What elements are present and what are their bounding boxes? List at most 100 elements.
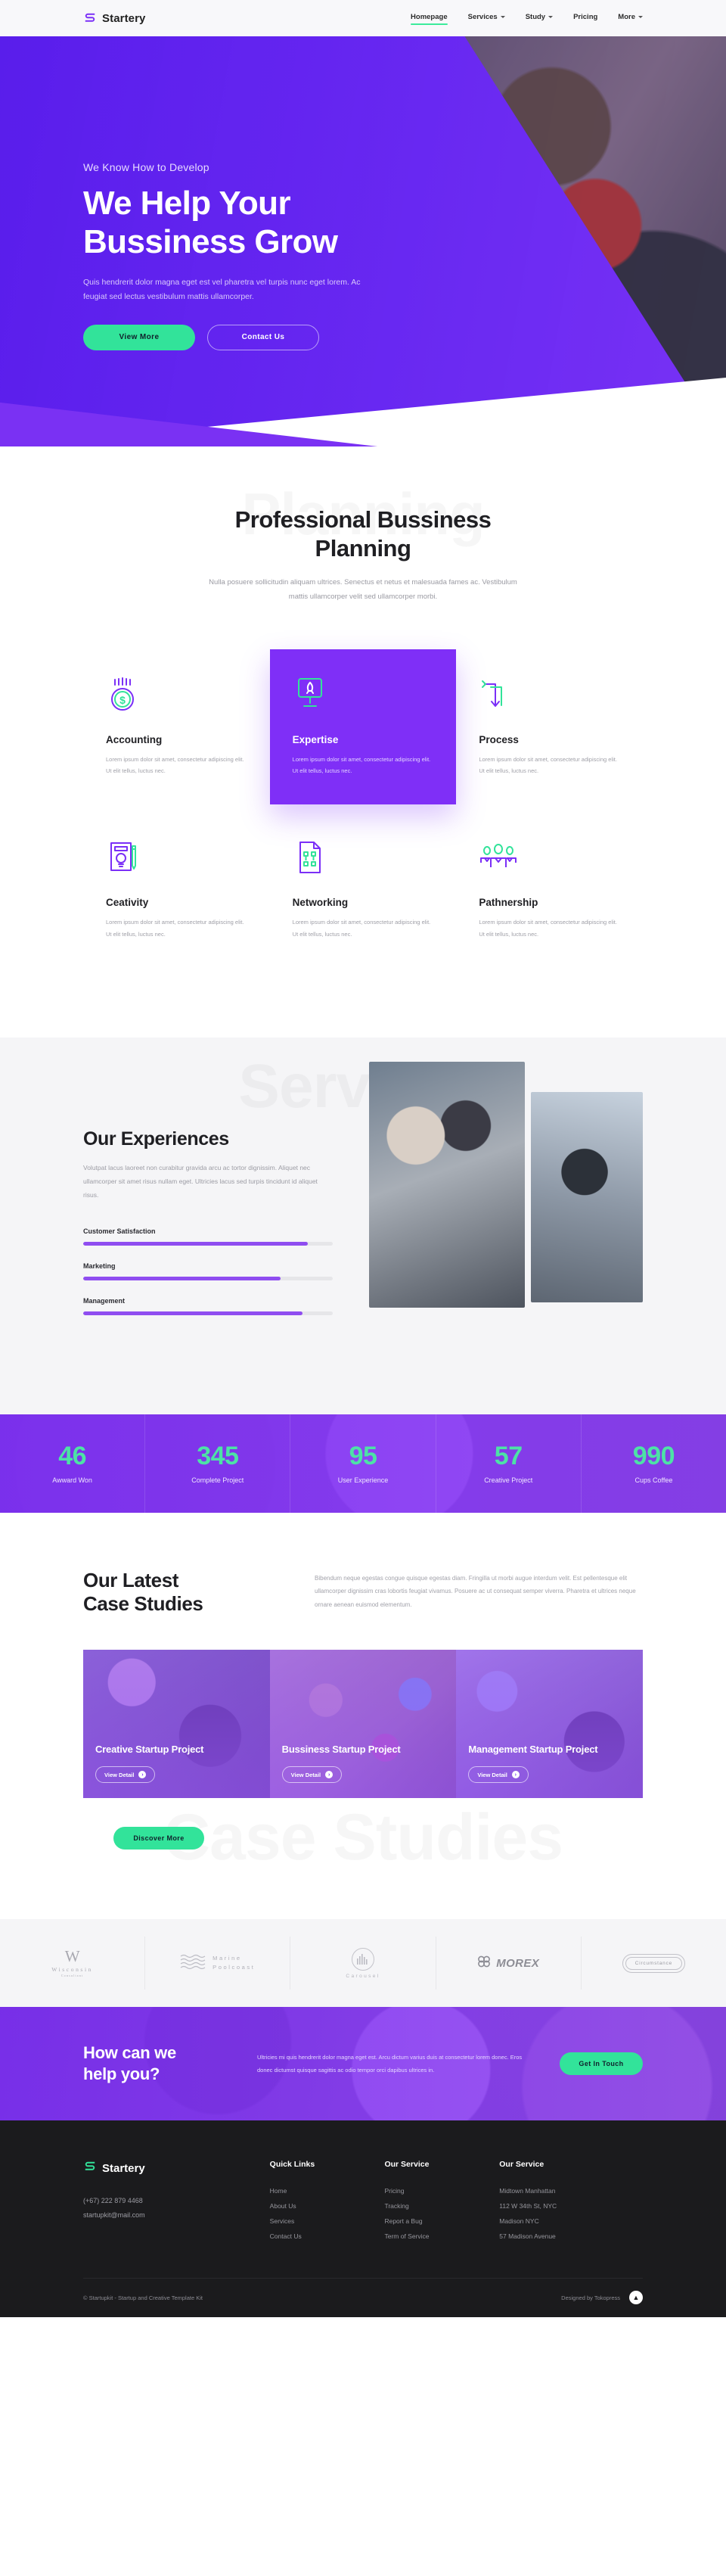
footer-bottom-right: Designed by Tokopress ▲	[561, 2291, 643, 2305]
view-detail-button[interactable]: View Detail ›	[95, 1766, 156, 1784]
footer-link-report-a-bug[interactable]: Report a Bug	[384, 2214, 499, 2229]
marine-line-1: Marine	[213, 1955, 242, 1962]
footer-link-pricing[interactable]: Pricing	[384, 2184, 499, 2199]
service-card-ceativity[interactable]: Ceativity Lorem ipsum dolor sit amet, co…	[83, 812, 270, 968]
counter-label: User Experience	[337, 1476, 389, 1484]
case-studies-title: Our Latest Case Studies	[83, 1569, 272, 1616]
service-card-process[interactable]: Process Lorem ipsum dolor sit amet, cons…	[456, 649, 643, 805]
client-logo-circumstance[interactable]: Circumstance	[580, 1937, 726, 1990]
cta-paragraph: Ultricies mi quis hendrerit dolor magna …	[257, 2053, 523, 2074]
case-card-bussiness-startup-project[interactable]: Bussiness Startup Project View Detail ›	[269, 1650, 457, 1799]
footer-column-quick-links: Quick Links Home About Us Services Conta…	[270, 2160, 385, 2245]
discover-more-wrapper: Discover More	[113, 1827, 726, 1850]
footer-link-contact-us[interactable]: Contact Us	[270, 2229, 385, 2245]
counter-user-experience: 95 User Experience	[290, 1414, 435, 1513]
footer-designed-by: Designed by Tokopress	[561, 2294, 620, 2301]
counters-row: 46 Awward Won 345 Complete Project 95 Us…	[0, 1414, 726, 1513]
service-card-text: Lorem ipsum dolor sit amet, consectetur …	[106, 755, 244, 775]
counter-label: Cups Coffee	[634, 1476, 673, 1484]
get-in-touch-button[interactable]: Get In Touch	[560, 2052, 643, 2076]
service-card-title: Networking	[292, 897, 349, 909]
hero-title-line-2: Bussiness Grow	[83, 223, 338, 261]
chevron-down-icon	[548, 15, 554, 18]
nav-item-study[interactable]: Study	[526, 13, 554, 24]
footer-phone: (+67) 222 879 4468	[83, 2197, 143, 2205]
service-card-text: Lorem ipsum dolor sit amet, consectetur …	[106, 919, 244, 938]
service-card-expertise[interactable]: Expertise Lorem ipsum dolor sit amet, co…	[269, 649, 457, 805]
service-card-text: Lorem ipsum dolor sit amet, consectetur …	[479, 919, 617, 938]
skill-bar-management: Management	[83, 1297, 333, 1316]
cta-title: How can we help you?	[83, 2042, 227, 2085]
client-logo-wisconsin[interactable]: W Wisconsin Consultant	[0, 1937, 144, 1990]
skill-bar-label: Marketing	[83, 1262, 116, 1271]
case-card-body: Management Startup Project View Detail ›	[468, 1743, 631, 1784]
counter-label: Complete Project	[191, 1476, 244, 1484]
footer-link-services[interactable]: Services	[270, 2214, 385, 2229]
experiences-left: Our Experiences Volutpat lacus laoreet n…	[83, 1092, 333, 1342]
discover-more-button[interactable]: Discover More	[113, 1827, 204, 1850]
skill-bar-label: Customer Satisfaction	[83, 1227, 156, 1236]
view-detail-button[interactable]: View Detail ›	[468, 1766, 529, 1784]
footer-address-line-3: Madison NYC	[499, 2217, 539, 2225]
nav-label: Homepage	[411, 12, 448, 21]
service-card-networking[interactable]: Networking Lorem ipsum dolor sit amet, c…	[270, 812, 457, 968]
view-more-button[interactable]: View More	[83, 324, 195, 350]
case-card-creative-startup-project[interactable]: Creative Startup Project View Detail ›	[83, 1650, 270, 1799]
main-nav: Homepage Services Study Pricing More	[411, 12, 643, 25]
hero-eyebrow: We Know How to Develop	[83, 161, 209, 173]
service-card-pathnership[interactable]: Pathnership Lorem ipsum dolor sit amet, …	[456, 812, 643, 968]
counter-awward-won: 46 Awward Won	[0, 1414, 144, 1513]
client-logo-morex[interactable]: MOREX	[435, 1937, 581, 1990]
experiences-title: Our Experiences	[83, 1128, 229, 1150]
coin-dollar-icon: $	[106, 675, 247, 714]
service-card-accounting[interactable]: $ Accounting Lorem ipsum dolor sit amet,…	[83, 649, 270, 805]
hero-title-line-1: We Help Your	[83, 185, 291, 222]
page-root: Startery Homepage Services Study Pricing…	[0, 0, 726, 2317]
view-detail-label: View Detail	[477, 1771, 507, 1778]
brand-logo[interactable]: Startery	[83, 11, 146, 25]
marine-poolcoast-text: Marine Poolcoast	[213, 1954, 255, 1972]
site-footer: Startery (+67) 222 879 4468 startupkit@m…	[0, 2120, 726, 2317]
skill-bar-marketing: Marketing	[83, 1262, 333, 1281]
footer-link-home[interactable]: Home	[270, 2184, 385, 2199]
service-card-title: Pathnership	[479, 897, 538, 909]
morex-logo-icon: MOREX	[477, 1955, 539, 1971]
counter-cups-coffee: 990 Cups Coffee	[580, 1414, 726, 1513]
footer-copyright: © Startupkit - Startup and Creative Temp…	[83, 2294, 203, 2301]
chevron-down-icon	[500, 15, 505, 18]
service-card-title: Process	[479, 733, 519, 745]
view-detail-button[interactable]: View Detail ›	[281, 1766, 343, 1784]
contact-us-button[interactable]: Contact Us	[207, 324, 319, 350]
planning-title-text: Professional Bussiness Planning	[234, 506, 492, 562]
arrow-up-icon[interactable]: ▲	[629, 2291, 643, 2305]
pill-outline-icon: Circumstance	[622, 1953, 686, 1973]
nav-item-services[interactable]: Services	[468, 13, 505, 24]
client-logo-carousel[interactable]: Carousel	[290, 1937, 435, 1990]
footer-link-term-of-service[interactable]: Term of Service	[384, 2229, 499, 2245]
nav-item-homepage[interactable]: Homepage	[411, 12, 448, 25]
case-card-body: Creative Startup Project View Detail ›	[95, 1744, 258, 1784]
client-logos-section: W Wisconsin Consultant Marine Poolcoast	[0, 1919, 726, 2008]
footer-link-about-us[interactable]: About Us	[270, 2199, 385, 2214]
footer-link-tracking[interactable]: Tracking	[384, 2199, 499, 2214]
footer-address-line-1: Midtown Manhattan	[499, 2187, 556, 2195]
case-studies-title-line-1: Our Latest	[83, 1568, 179, 1591]
cta-content: How can we help you? Ultricies mi quis h…	[0, 2007, 726, 2120]
counter-value: 46	[58, 1441, 87, 1470]
counter-value: 95	[349, 1441, 377, 1470]
nav-item-more[interactable]: More	[618, 13, 643, 24]
bars-circle-icon	[352, 1947, 374, 1971]
nav-item-pricing[interactable]: Pricing	[573, 13, 597, 24]
client-logo-marine-poolcoast[interactable]: Marine Poolcoast	[144, 1937, 290, 1990]
planning-subtitle: Nulla posuere sollicitudin aliquam ultri…	[209, 577, 517, 601]
counter-creative-project: 57 Creative Project	[435, 1414, 581, 1513]
counter-value: 57	[494, 1441, 523, 1470]
case-card-title: Management Startup Project	[468, 1743, 598, 1755]
footer-brand[interactable]: Startery	[83, 2160, 270, 2177]
experiences-photo-secondary	[531, 1091, 643, 1302]
footer-column-heading: Our Service	[384, 2160, 430, 2170]
footer-bottom-bar: © Startupkit - Startup and Creative Temp…	[83, 2277, 643, 2317]
case-studies-section: Case Studies Our Latest Case Studies Bib…	[0, 1512, 726, 1920]
hero-content: We Know How to Develop We Help Your Buss…	[0, 36, 424, 350]
case-card-management-startup-project[interactable]: Management Startup Project View Detail ›	[456, 1650, 643, 1799]
